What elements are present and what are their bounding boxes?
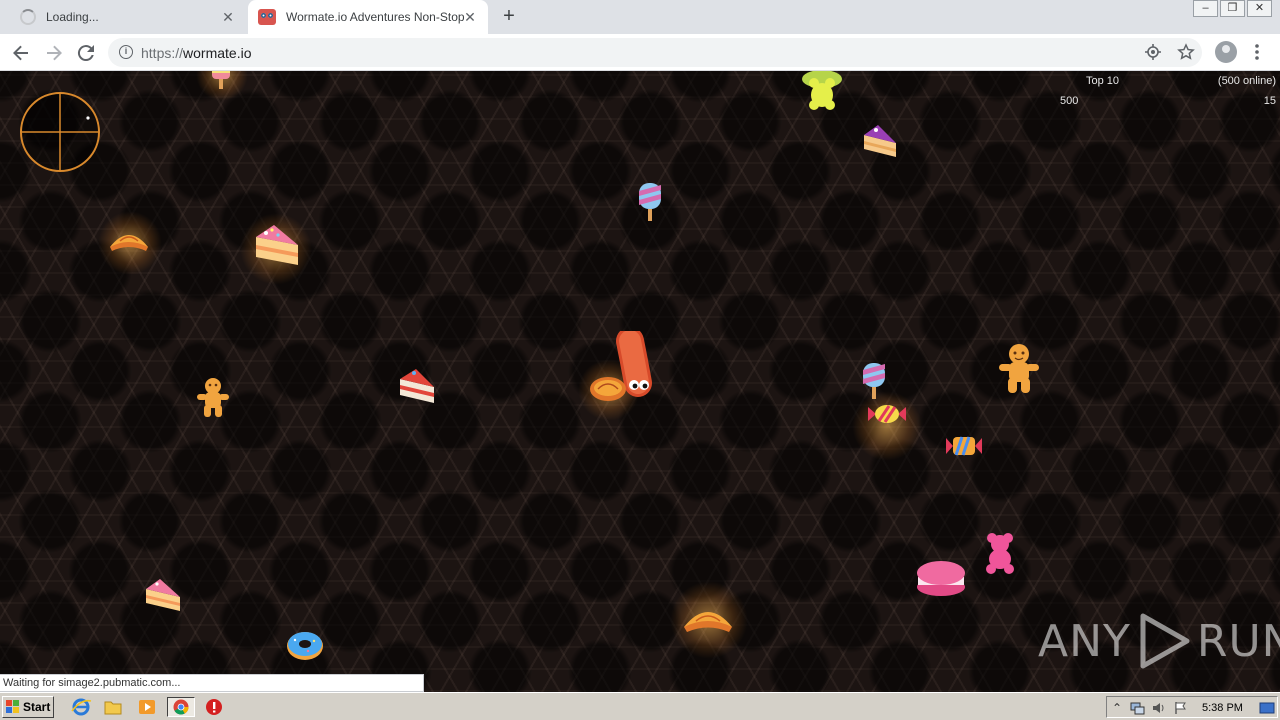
gingerbread-food — [197, 378, 229, 417]
info-icon[interactable]: i — [119, 45, 133, 59]
leaderboard: Top 10 (500 online) 500 15 — [1056, 73, 1276, 113]
windows-logo-icon — [6, 700, 20, 714]
tab-wormate[interactable]: Wormate.io Adventures Non-Stop ✕ — [248, 0, 488, 34]
tab-title: Wormate.io Adventures Non-Stop — [286, 10, 465, 24]
window-controls: – ❐ ✕ — [1191, 0, 1272, 17]
online-count: (500 online) — [1217, 75, 1276, 87]
cake-slice-food — [864, 125, 896, 157]
forward-icon[interactable] — [42, 41, 66, 65]
profile-icon[interactable] — [1215, 41, 1237, 63]
url-text[interactable]: https://wormate.io — [141, 45, 252, 61]
gummy-bear-food — [802, 71, 842, 110]
popsicle-food — [212, 71, 230, 89]
browser-toolbar: i https://wormate.io — [0, 34, 1280, 71]
close-window-button[interactable]: ✕ — [1247, 0, 1272, 17]
tab-loading[interactable]: Loading... ✕ — [8, 0, 246, 34]
star-icon[interactable] — [1177, 43, 1195, 61]
address-bar[interactable]: i https://wormate.io — [108, 38, 1202, 67]
tab-close-icon[interactable]: ✕ — [462, 9, 478, 25]
network-icon[interactable] — [1129, 700, 1145, 716]
player-score: 500 — [1060, 95, 1079, 107]
minimize-button[interactable]: – — [1193, 0, 1218, 17]
donut-food — [287, 632, 323, 660]
pie-food — [684, 612, 732, 632]
loading-spinner-icon — [20, 9, 36, 25]
pie-food — [110, 235, 148, 251]
game-canvas[interactable]: Top 10 (500 online) 500 15 ANY RUN — [0, 71, 1280, 692]
menu-icon[interactable] — [1249, 41, 1265, 63]
wormate-favicon — [258, 9, 276, 25]
location-icon[interactable] — [1144, 43, 1162, 61]
chrome-icon[interactable] — [167, 697, 195, 717]
tab-strip: Loading... ✕ Wormate.io Adventures Non-S… — [0, 0, 1280, 34]
cake-slice-food — [146, 579, 180, 611]
food-glow — [852, 391, 922, 461]
minimap — [20, 92, 100, 172]
clock[interactable]: 5:38 PM — [1202, 700, 1243, 716]
wrapped-candy-food — [868, 405, 906, 423]
cake-slice-food — [256, 225, 298, 265]
tab-close-icon[interactable]: ✕ — [220, 9, 236, 25]
leaderboard-title: Top 10 — [1086, 75, 1120, 87]
cake-slice-food — [400, 369, 434, 403]
stop-icon[interactable] — [203, 697, 225, 717]
windows-taskbar: Start ⌃ 5:38 PM — [0, 692, 1280, 720]
ie-icon[interactable] — [70, 697, 92, 717]
reload-icon[interactable] — [74, 41, 98, 65]
gummy-bear-food — [986, 533, 1014, 574]
tray-expand-icon[interactable]: ⌃ — [1109, 700, 1125, 716]
popsicle-food — [639, 183, 661, 221]
back-icon[interactable] — [9, 41, 33, 65]
pie-food — [590, 377, 626, 401]
restore-button[interactable]: ❐ — [1220, 0, 1245, 17]
flag-icon[interactable] — [1173, 700, 1189, 716]
folder-icon[interactable] — [102, 697, 124, 717]
system-tray: ⌃ 5:38 PM — [1106, 696, 1278, 718]
tab-title: Loading... — [46, 10, 99, 24]
play-logo-icon — [1140, 613, 1190, 669]
anyrun-watermark: ANY RUN — [1038, 609, 1280, 673]
volume-icon[interactable] — [1151, 700, 1167, 716]
macaron-food — [917, 561, 965, 596]
popsicle-food — [863, 363, 885, 399]
media-player-icon[interactable] — [136, 697, 158, 717]
status-bubble: Waiting for simage2.pubmatic.com... — [0, 674, 424, 692]
start-button[interactable]: Start — [2, 696, 54, 718]
gingerbread-food — [999, 344, 1039, 393]
player-count: 15 — [1263, 95, 1276, 107]
show-desktop-icon[interactable] — [1259, 700, 1275, 716]
new-tab-button[interactable]: + — [498, 5, 520, 27]
wrapped-candy-food — [946, 436, 982, 456]
